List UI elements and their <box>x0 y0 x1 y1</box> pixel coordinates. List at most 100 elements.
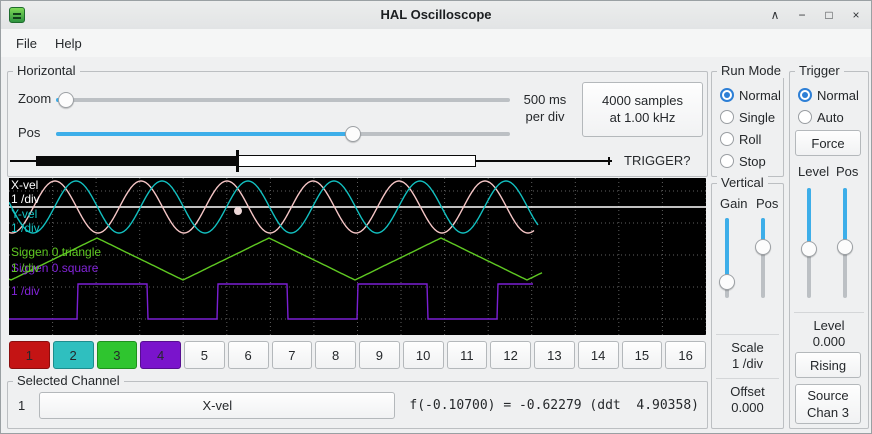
run-mode-group: Run Mode Normal Single Roll Stop <box>711 71 784 177</box>
time-per-div: 500 ms per div <box>512 91 578 125</box>
zoom-label: Zoom <box>18 91 51 106</box>
trigger-level-slider[interactable] <box>800 184 818 302</box>
trigger-pos-column-label: Pos <box>836 164 858 179</box>
radio-icon <box>720 154 734 168</box>
trigger-source-line2: Chan 3 <box>807 405 849 421</box>
scope-channel-label: 1 /div <box>11 222 40 235</box>
force-button[interactable]: Force <box>795 130 861 156</box>
radio-label: Single <box>739 110 775 125</box>
scale-caption: Scale <box>712 340 783 355</box>
runmode-radio-normal[interactable]: Normal <box>720 86 781 104</box>
trigger-edge-button[interactable]: Rising <box>795 352 861 378</box>
trigger-radio-auto[interactable]: Auto <box>798 108 844 126</box>
run-mode-group-label: Run Mode <box>717 63 785 78</box>
trigger-level-value: 0.000 <box>790 334 868 349</box>
channel-button-13[interactable]: 13 <box>534 341 575 369</box>
channel-button-8[interactable]: 8 <box>315 341 356 369</box>
offset-value: 0.000 <box>712 400 783 415</box>
channel-button-15[interactable]: 15 <box>622 341 663 369</box>
record-bar-filled <box>36 156 238 166</box>
channel-button-7[interactable]: 7 <box>272 341 313 369</box>
slider-handle[interactable] <box>719 274 735 290</box>
radio-icon <box>720 88 734 102</box>
channel-button-4[interactable]: 4 <box>140 341 181 369</box>
app-window: HAL Oscilloscope ∧ − □ × File Help Horiz… <box>0 0 872 434</box>
trigger-level-column-label: Level <box>798 164 829 179</box>
vertical-group-label: Vertical <box>717 175 768 190</box>
scope-display: X-vel1 /divY-vel1 /divSiggen 0.triangleS… <box>9 178 706 335</box>
radio-icon <box>798 88 812 102</box>
channel-button-6[interactable]: 6 <box>228 341 269 369</box>
slider-handle[interactable] <box>345 126 361 142</box>
slider-fill <box>725 218 729 282</box>
scope-channel-label: 1 /div <box>11 193 40 206</box>
vpos-column-label: Pos <box>756 196 778 211</box>
divider <box>794 312 864 313</box>
offset-caption: Offset <box>712 384 783 399</box>
channel-button-2[interactable]: 2 <box>53 341 94 369</box>
scale-value: 1 /div <box>712 356 783 371</box>
channel-button-14[interactable]: 14 <box>578 341 619 369</box>
horizontal-group: Horizontal Zoom 500 ms per div 4000 samp… <box>7 71 708 177</box>
channel-button-5[interactable]: 5 <box>184 341 225 369</box>
slider-handle[interactable] <box>755 239 771 255</box>
runmode-radio-roll[interactable]: Roll <box>720 130 761 148</box>
titlebar: HAL Oscilloscope ∧ − □ × <box>1 1 871 30</box>
runmode-radio-stop[interactable]: Stop <box>720 152 766 170</box>
shade-icon[interactable]: ∧ <box>768 8 782 22</box>
trigger-source-line1: Source <box>807 388 848 404</box>
divider <box>716 334 779 335</box>
slider-fill <box>807 188 811 249</box>
gain-column-label: Gain <box>720 196 747 211</box>
trigger-group-label: Trigger <box>795 63 844 78</box>
slider-handle[interactable] <box>837 239 853 255</box>
trigger-pos-slider[interactable] <box>836 184 854 302</box>
trigger-level-caption: Level <box>790 318 868 333</box>
menu-file[interactable]: File <box>7 32 46 55</box>
runmode-radio-single[interactable]: Single <box>720 108 775 126</box>
slider-track <box>56 98 510 102</box>
channel-button-16[interactable]: 16 <box>665 341 706 369</box>
channel-button-1[interactable]: 1 <box>9 341 50 369</box>
channel-button-10[interactable]: 10 <box>403 341 444 369</box>
selected-channel-group: Selected Channel 1 X-vel f(-0.10700) = -… <box>7 381 708 429</box>
menubar: File Help <box>1 29 871 57</box>
divider <box>716 378 779 379</box>
trigger-radio-normal[interactable]: Normal <box>798 86 859 104</box>
samples-button[interactable]: 4000 samples at 1.00 kHz <box>582 82 703 137</box>
channel-button-9[interactable]: 9 <box>359 341 400 369</box>
vpos-slider[interactable] <box>754 214 772 302</box>
minimize-icon[interactable]: − <box>795 8 809 22</box>
channel-button-11[interactable]: 11 <box>447 341 488 369</box>
menu-help[interactable]: Help <box>46 32 91 55</box>
samples-rate: at 1.00 kHz <box>610 110 676 126</box>
maximize-icon[interactable]: □ <box>822 8 836 22</box>
window-controls: ∧ − □ × <box>768 1 863 29</box>
gain-slider[interactable] <box>718 214 736 302</box>
trigger-source-button[interactable]: Source Chan 3 <box>795 384 861 424</box>
window-title: HAL Oscilloscope <box>1 7 871 22</box>
selected-channel-row: 1 X-vel f(-0.10700) = -0.62279 (ddt 4.90… <box>18 392 699 419</box>
slider-fill <box>56 132 357 136</box>
radio-label: Normal <box>739 88 781 103</box>
record-bar-window <box>238 155 476 167</box>
time-per-div-value: 500 ms <box>512 91 578 108</box>
scope-plot <box>9 178 706 335</box>
channel-button-12[interactable]: 12 <box>490 341 531 369</box>
radio-label: Stop <box>739 154 766 169</box>
channel-name-button[interactable]: X-vel <box>39 392 395 419</box>
selected-channel-number: 1 <box>18 398 25 413</box>
scope-channel-label: Siggen 0.triangle <box>11 246 101 259</box>
radio-label: Roll <box>739 132 761 147</box>
close-icon[interactable]: × <box>849 8 863 22</box>
scope-channel-label: 1 /div <box>11 285 40 298</box>
radio-label: Normal <box>817 88 859 103</box>
zoom-slider[interactable] <box>48 91 518 109</box>
channel-button-3[interactable]: 3 <box>97 341 138 369</box>
slider-handle[interactable] <box>801 241 817 257</box>
time-per-div-unit: per div <box>512 108 578 125</box>
record-bar-endcap <box>608 157 610 165</box>
channel-value-readout: f(-0.10700) = -0.62279 (ddt 4.90358) <box>409 398 699 413</box>
slider-handle[interactable] <box>58 92 74 108</box>
hpos-slider[interactable] <box>48 125 518 143</box>
